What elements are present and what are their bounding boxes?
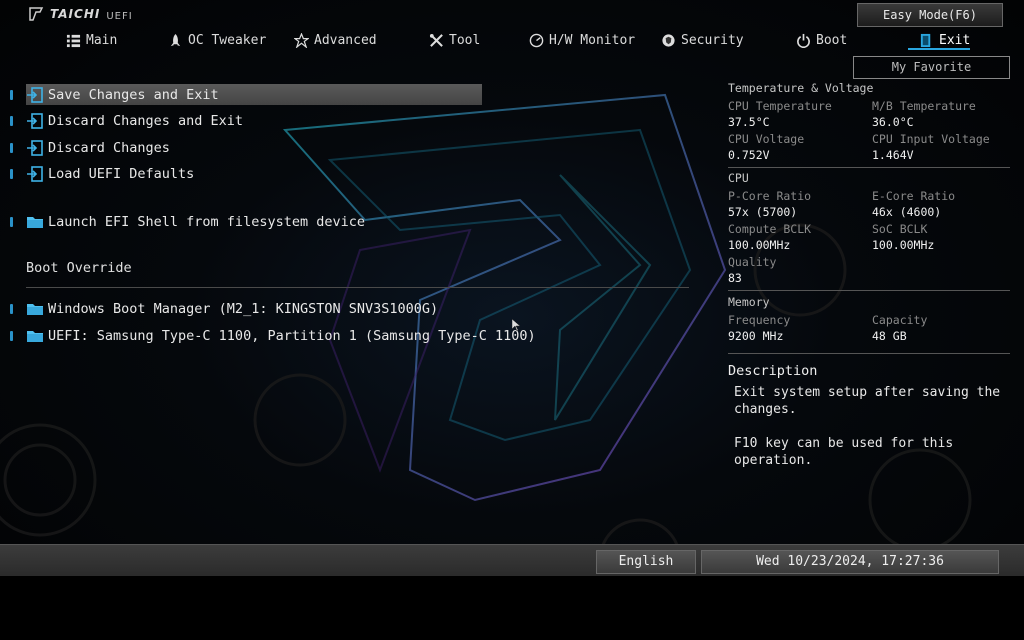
mb-temp-value: 36.0°C (872, 115, 914, 129)
frequency-label: Frequency (728, 313, 791, 327)
ecore-value: 46x (4600) (872, 205, 942, 219)
menu-item-label: Discard Changes (48, 140, 170, 156)
cpu-voltage-value: 0.752V (728, 148, 770, 162)
menu-item-discard-exit[interactable]: Discard Changes and Exit (10, 111, 243, 131)
tab-exit-label: Exit (939, 32, 971, 48)
rocket-icon (170, 33, 181, 46)
capacity-value: 48 GB (872, 329, 907, 343)
mouse-cursor-icon (512, 319, 520, 331)
exit-icon (27, 87, 43, 103)
frequency-value: 9200 MHz (728, 329, 784, 343)
capacity-label: Capacity (872, 313, 928, 327)
mb-temp-label: M/B Temperature (872, 99, 976, 113)
shield-icon (662, 33, 675, 47)
tab-hw-monitor-label: H/W Monitor (549, 32, 636, 48)
menu-item-label: Launch EFI Shell from filesystem device (48, 214, 365, 230)
menu-item-label: Save Changes and Exit (48, 87, 219, 103)
cpu-input-voltage-label: CPU Input Voltage (872, 132, 990, 146)
easy-mode-button[interactable]: Easy Mode(F6) (857, 3, 1003, 27)
tab-boot-label: Boot (816, 32, 848, 48)
taichi-logo-icon (29, 7, 44, 21)
memory-title: Memory (728, 295, 770, 309)
cpu-input-voltage-value: 1.464V (872, 148, 914, 162)
datetime-display: Wed 10/23/2024, 17:27:36 (701, 550, 999, 574)
item-marker (10, 304, 13, 314)
top-nav: Main OC Tweaker Advanced Tool H/W Monito… (0, 28, 1024, 52)
boot-item-label: Windows Boot Manager (M2_1: KINGSTON SNV… (48, 301, 439, 317)
my-favorite-button[interactable]: My Favorite (853, 56, 1010, 79)
description-line-1: Exit system setup after saving the chang… (734, 385, 1001, 417)
panel-divider (728, 290, 1010, 291)
boot-item-windows[interactable]: Windows Boot Manager (M2_1: KINGSTON SNV… (10, 299, 438, 319)
bios-screen: TAICHI UEFI Easy Mode(F6) Main OC Tweake… (0, 0, 1024, 576)
brand-name: TAICHI (50, 7, 101, 21)
status-bar: English Wed 10/23/2024, 17:27:36 (0, 544, 1024, 576)
item-marker (10, 90, 13, 100)
description-title: Description (728, 363, 818, 379)
section-divider (26, 287, 689, 288)
boot-override-title: Boot Override (26, 260, 132, 276)
panel-divider (728, 353, 1010, 354)
tab-advanced-label: Advanced (314, 32, 377, 48)
exit-icon (27, 113, 43, 129)
exit-icon (27, 140, 43, 156)
brand-uefi: UEFI (106, 10, 133, 22)
tab-tool[interactable]: Tool (429, 28, 480, 52)
description-text: Exit system setup after saving the chang… (734, 384, 1014, 469)
tab-oc-tweaker-label: OC Tweaker (188, 32, 267, 48)
exit-icon (27, 166, 43, 182)
pcore-value: 57x (5700) (728, 205, 798, 219)
temp-voltage-title: Temperature & Voltage (728, 81, 874, 95)
boot-item-label: UEFI: Samsung Type-C 1100, Partition 1 (… (48, 328, 536, 344)
bclk-value: 100.00MHz (728, 238, 791, 252)
menu-item-discard[interactable]: Discard Changes (10, 138, 170, 158)
tab-main[interactable]: Main (66, 28, 117, 52)
quality-value: 83 (728, 271, 742, 285)
tab-advanced[interactable]: Advanced (294, 28, 377, 52)
star-icon (294, 32, 309, 48)
soc-bclk-value: 100.00MHz (872, 238, 935, 252)
folder-icon (27, 217, 43, 228)
item-marker (10, 217, 13, 227)
soc-bclk-label: SoC BCLK (872, 222, 928, 236)
item-marker (10, 143, 13, 153)
folder-icon (27, 304, 43, 315)
folder-icon (27, 331, 43, 342)
panel-divider (728, 167, 1010, 168)
bclk-label: Compute BCLK (728, 222, 812, 236)
tab-main-label: Main (86, 32, 118, 48)
boot-item-usb[interactable]: UEFI: Samsung Type-C 1100, Partition 1 (… (10, 326, 536, 346)
power-icon (797, 33, 810, 48)
list-icon (66, 34, 81, 47)
cpu-voltage-label: CPU Voltage (728, 132, 805, 146)
exit-icon (920, 33, 931, 47)
item-marker (10, 169, 13, 179)
tools-icon (429, 33, 443, 47)
cpu-temp-value: 37.5°C (728, 115, 770, 129)
active-tab-underline (908, 48, 970, 50)
menu-item-label: Discard Changes and Exit (48, 113, 244, 129)
tab-security[interactable]: Security (661, 28, 744, 52)
menu-item-label: Load UEFI Defaults (48, 166, 195, 182)
quality-label: Quality (728, 255, 777, 269)
menu-item-efi-shell[interactable]: Launch EFI Shell from filesystem device (10, 212, 365, 232)
tab-boot[interactable]: Boot (796, 28, 847, 52)
description-line-2: F10 key can be used for this operation. (734, 436, 954, 468)
menu-item-load-defaults[interactable]: Load UEFI Defaults (10, 164, 194, 184)
tab-security-label: Security (681, 32, 744, 48)
menu-item-save-exit[interactable]: Save Changes and Exit (10, 85, 219, 105)
tab-tool-label: Tool (449, 32, 481, 48)
tab-hw-monitor[interactable]: H/W Monitor (529, 28, 635, 52)
cpu-title: CPU (728, 171, 749, 185)
tab-oc-tweaker[interactable]: OC Tweaker (168, 28, 266, 52)
ecore-label: E-Core Ratio (872, 189, 956, 203)
item-marker (10, 331, 13, 341)
gauge-icon (529, 33, 544, 47)
pcore-label: P-Core Ratio (728, 189, 812, 203)
brand: TAICHI UEFI (28, 6, 133, 22)
cpu-temp-label: CPU Temperature (728, 99, 832, 113)
language-selector[interactable]: English (596, 550, 696, 574)
item-marker (10, 116, 13, 126)
